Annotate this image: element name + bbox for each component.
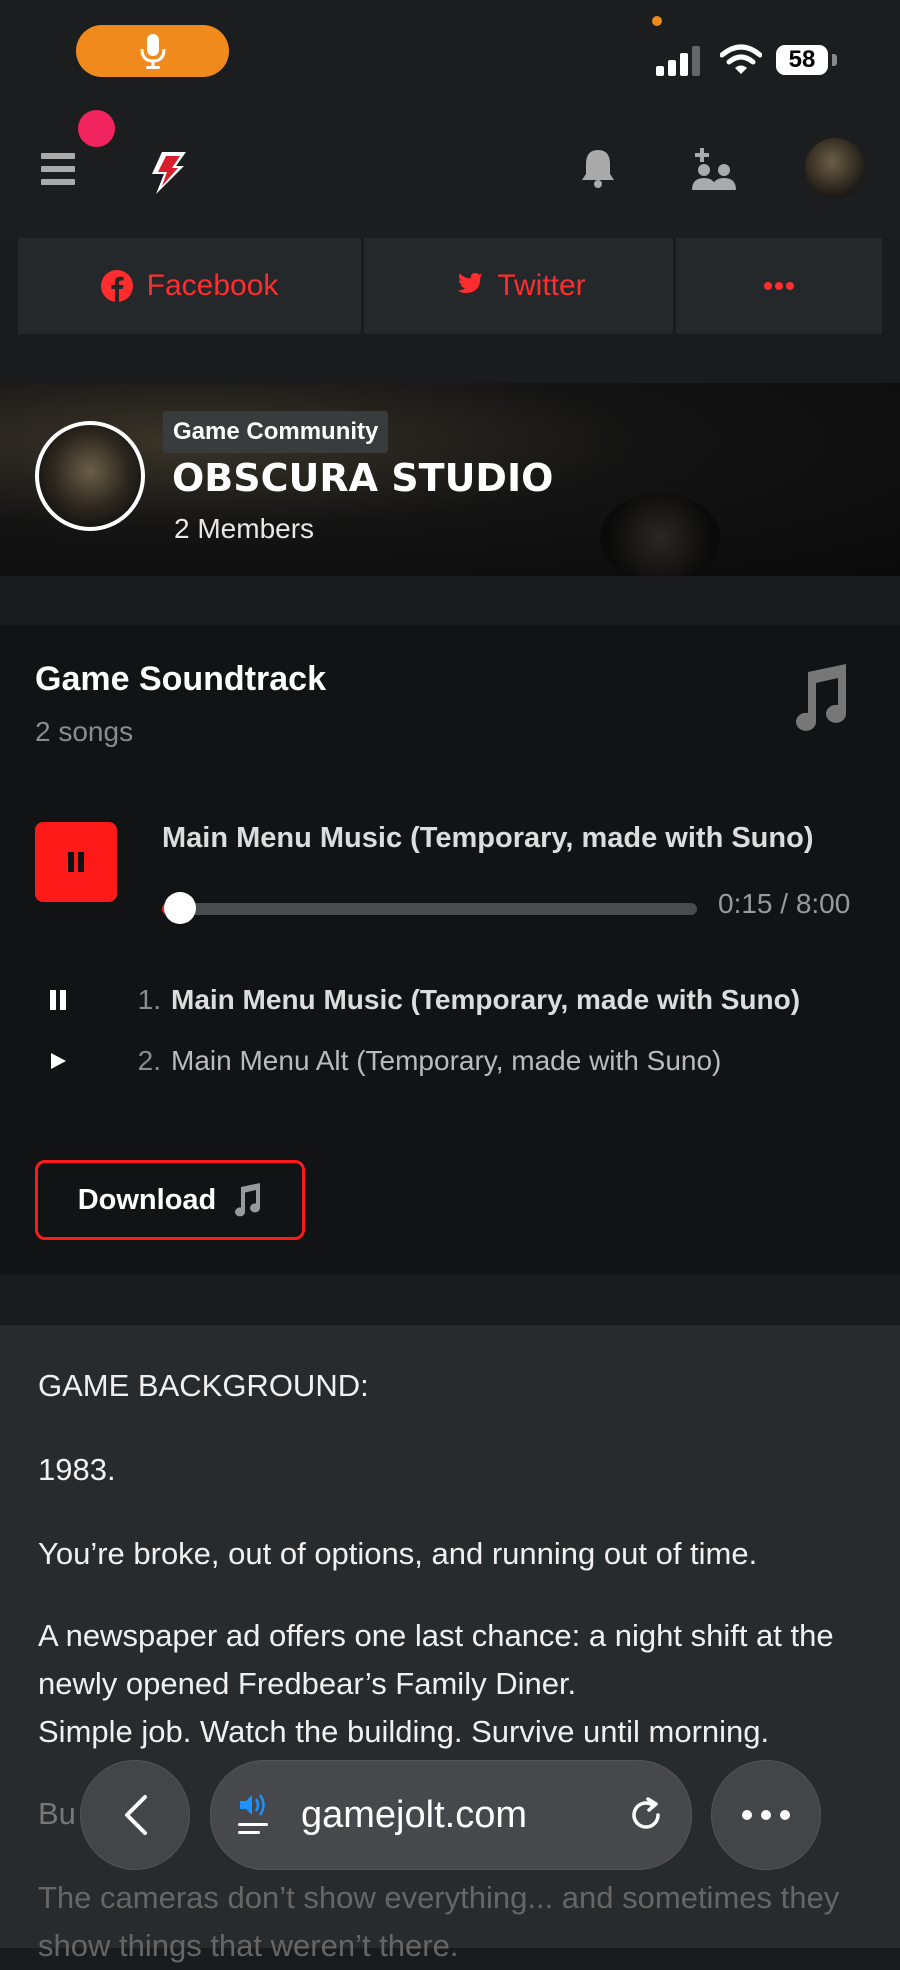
url-text[interactable]: gamejolt.com	[301, 1794, 527, 1837]
cellular-signal-icon	[656, 46, 700, 76]
more-dots-icon	[742, 1810, 790, 1820]
playback-time: 0:15 / 8:00	[718, 888, 851, 919]
gamejolt-logo-icon[interactable]	[148, 150, 188, 196]
track-list-item[interactable]: 1. Main Menu Music (Temporary, made with…	[35, 975, 800, 1025]
facebook-label: Facebook	[146, 269, 279, 302]
facebook-icon	[100, 270, 133, 302]
download-soundtrack-button[interactable]: Download	[35, 1160, 305, 1240]
battery-level: 58	[776, 45, 828, 75]
microphone-indicator[interactable]	[76, 25, 229, 77]
battery-cap	[832, 54, 837, 66]
progress-track[interactable]	[162, 903, 697, 915]
reload-icon[interactable]	[601, 1795, 691, 1835]
description-paragraph: A newspaper ad offers one last chance: a…	[38, 1618, 834, 1701]
pause-icon	[68, 852, 84, 872]
progress-knob[interactable]	[163, 892, 196, 924]
hamburger-menu-icon[interactable]	[41, 153, 75, 185]
address-bar[interactable]: gamejolt.com	[210, 1760, 692, 1870]
music-note-icon	[235, 1183, 261, 1217]
twitter-icon	[457, 273, 484, 293]
camera-indicator-dot	[652, 16, 662, 26]
microphone-icon	[140, 34, 165, 69]
chevron-left-icon	[125, 1795, 147, 1835]
page-menu-icon[interactable]	[211, 1793, 301, 1837]
pause-icon[interactable]	[35, 990, 81, 1010]
back-button[interactable]	[80, 1760, 190, 1870]
community-members-count[interactable]: 2 Members	[174, 513, 314, 545]
description-year: 1983.	[38, 1452, 116, 1487]
now-playing-title: Main Menu Music (Temporary, made with Su…	[162, 822, 814, 854]
music-note-icon	[796, 664, 846, 731]
soundtrack-song-count: 2 songs	[35, 716, 134, 747]
bell-icon[interactable]	[580, 148, 616, 188]
notification-dot	[78, 110, 115, 147]
track-list-item[interactable]: 2. Main Menu Alt (Temporary, made with S…	[35, 1036, 721, 1086]
description-paragraph-faded: The cameras don’t show everything... and…	[38, 1880, 840, 1963]
more-options-button[interactable]	[711, 1760, 821, 1870]
user-avatar[interactable]	[805, 138, 865, 198]
play-icon[interactable]	[35, 1051, 81, 1071]
friends-icon[interactable]	[690, 148, 736, 190]
community-name[interactable]: OBSCURA STUDIO	[172, 456, 553, 500]
soundtrack-title: Game Soundtrack	[35, 660, 326, 698]
community-type-badge: Game Community	[163, 411, 389, 453]
site-header	[0, 100, 900, 238]
twitter-label: Twitter	[497, 269, 586, 302]
banner-decoration	[600, 493, 720, 576]
community-avatar[interactable]	[35, 421, 145, 531]
description-heading: GAME BACKGROUND:	[38, 1368, 369, 1403]
track-number: 1.	[137, 984, 161, 1015]
description-paragraph: Simple job. Watch the building. Survive …	[38, 1714, 770, 1749]
wifi-icon	[720, 44, 762, 74]
facebook-share-button[interactable]: Facebook	[18, 238, 361, 334]
track-number: 2.	[137, 1045, 161, 1076]
track-title[interactable]: Main Menu Music (Temporary, made with Su…	[171, 984, 800, 1016]
pause-button[interactable]	[35, 822, 117, 902]
download-label: Download	[77, 1183, 217, 1216]
description-paragraph: You’re broke, out of options, and runnin…	[38, 1536, 758, 1571]
more-share-options-button[interactable]	[676, 238, 882, 334]
more-dots-icon	[764, 282, 794, 290]
twitter-share-button[interactable]: Twitter	[364, 238, 673, 334]
track-title[interactable]: Main Menu Alt (Temporary, made with Suno…	[171, 1045, 721, 1077]
